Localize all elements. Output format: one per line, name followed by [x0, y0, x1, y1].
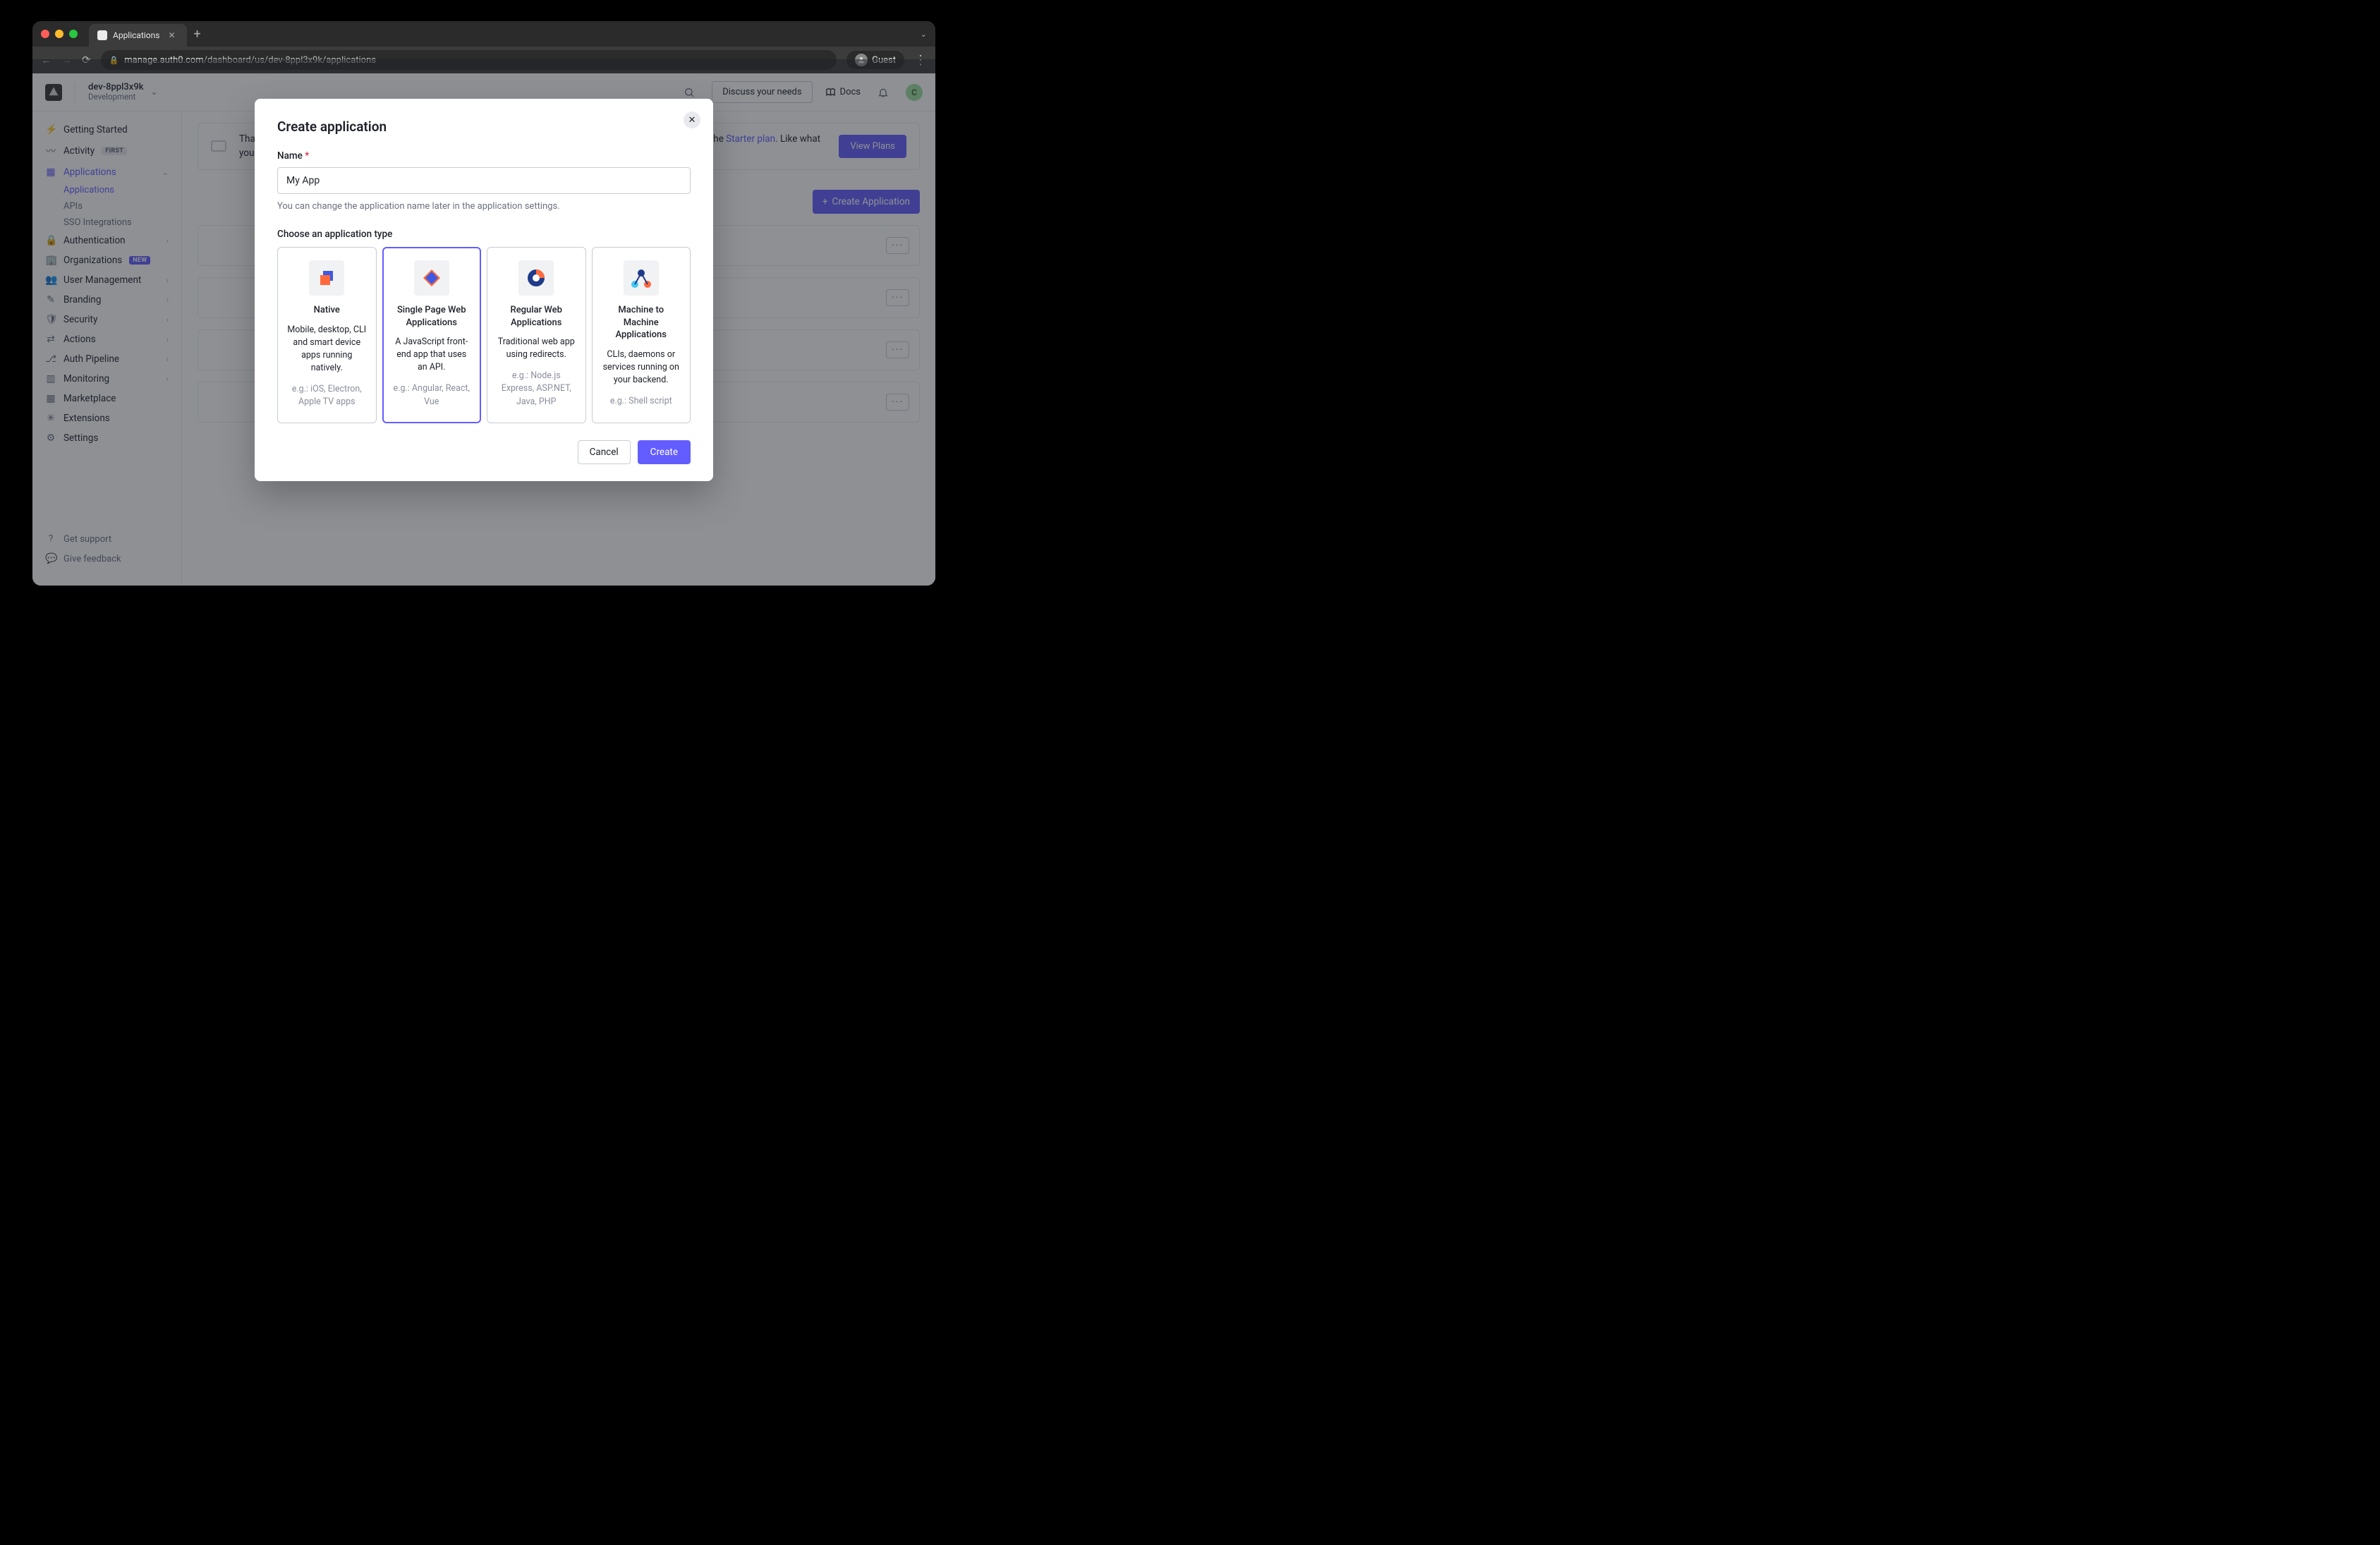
browser-tab[interactable]: Applications ✕ [89, 24, 187, 47]
tab-close-icon[interactable]: ✕ [165, 30, 178, 40]
titlebar: Applications ✕ + ⌄ [32, 21, 935, 47]
app-content: dev-8ppl3x9k Development ⌄ Discuss your … [32, 73, 935, 586]
required-mark: * [305, 150, 309, 162]
tabs-dropdown-icon[interactable]: ⌄ [921, 30, 927, 39]
app-type-m2m[interactable]: Machine to Machine Applications CLIs, da… [592, 247, 691, 423]
browser-window: Applications ✕ + ⌄ ← → ⟳ 🔒 manage.auth0.… [32, 21, 935, 586]
modal-actions: Cancel Create [277, 440, 691, 464]
window-controls [41, 30, 78, 38]
modal-close-button[interactable]: ✕ [684, 111, 700, 128]
minimize-window-icon[interactable] [55, 30, 63, 38]
native-icon [309, 260, 344, 296]
create-button[interactable]: Create [638, 440, 691, 464]
tab-favicon-icon [97, 30, 107, 40]
m2m-icon [624, 260, 659, 296]
create-application-modal: ✕ Create application Name * You can chan… [255, 99, 713, 481]
cancel-button[interactable]: Cancel [578, 440, 631, 464]
maximize-window-icon[interactable] [69, 30, 78, 38]
modal-title: Create application [277, 119, 691, 135]
close-window-icon[interactable] [41, 30, 49, 38]
app-type-cards: Native Mobile, desktop, CLI and smart de… [277, 247, 691, 423]
name-help-text: You can change the application name late… [277, 201, 691, 212]
new-tab-button[interactable]: + [194, 27, 201, 42]
application-name-input[interactable] [277, 167, 691, 194]
name-label: Name * [277, 150, 691, 162]
app-type-regular-web[interactable]: Regular Web Applications Traditional web… [487, 247, 586, 423]
modal-backdrop[interactable]: ✕ Create application Name * You can chan… [32, 59, 935, 586]
app-type-native[interactable]: Native Mobile, desktop, CLI and smart de… [277, 247, 377, 423]
type-section-label: Choose an application type [277, 229, 691, 240]
spa-icon [414, 260, 449, 296]
app-type-spa[interactable]: Single Page Web Applications A JavaScrip… [382, 247, 482, 423]
tab-title: Applications [113, 30, 159, 40]
web-icon [518, 260, 554, 296]
